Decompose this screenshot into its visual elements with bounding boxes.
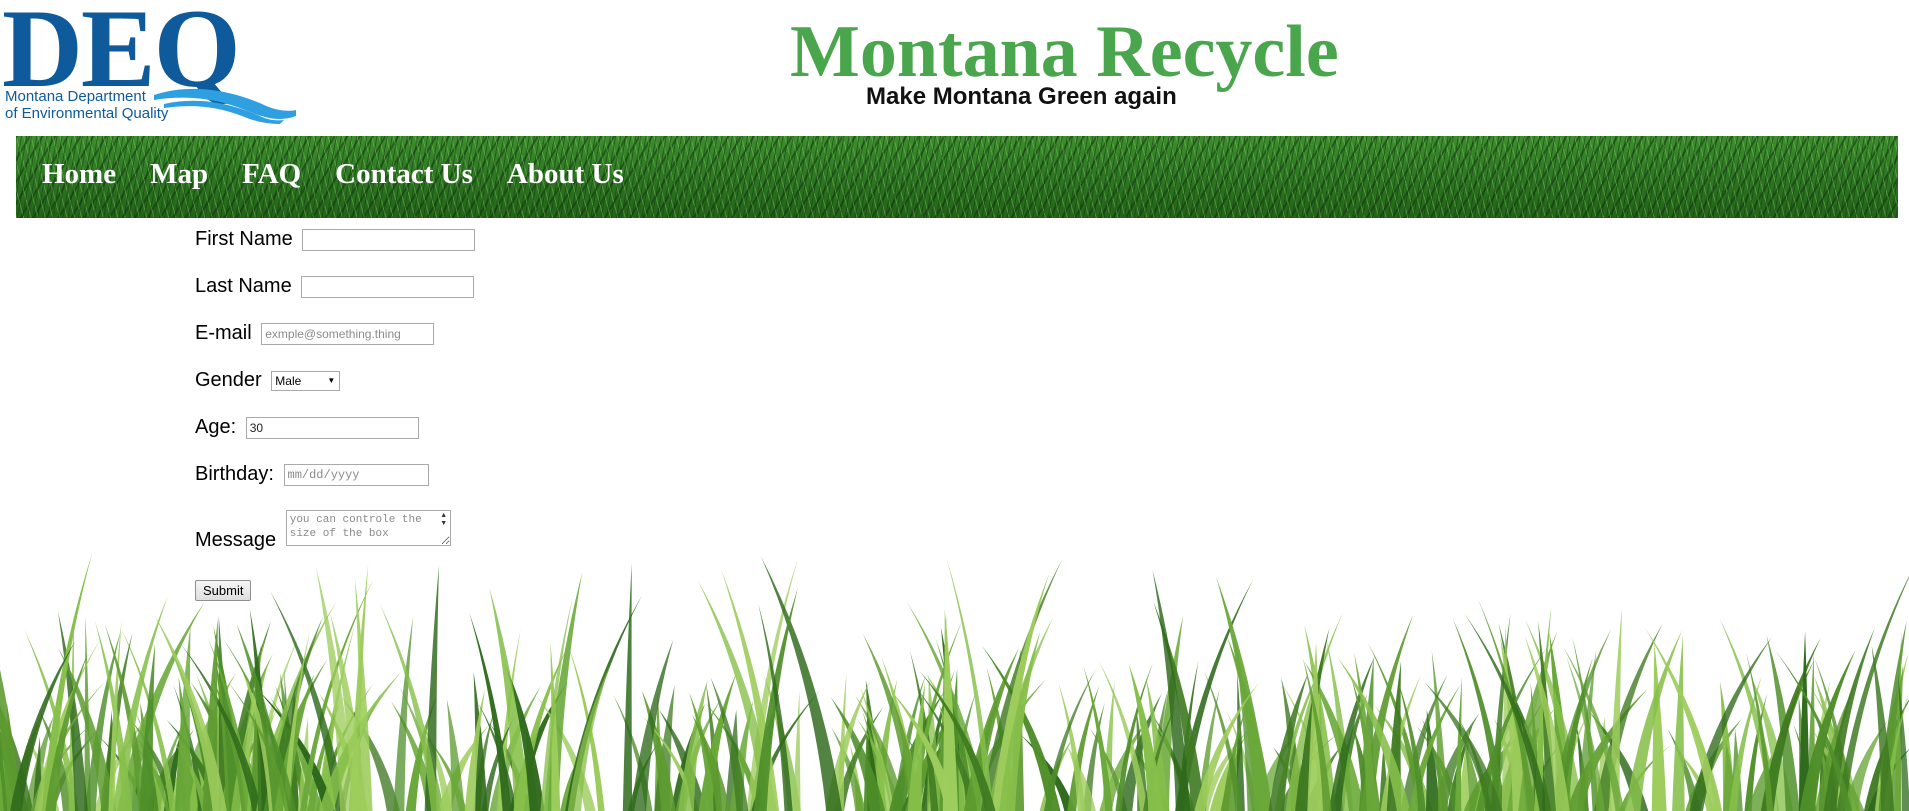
last-name-label: Last Name [195,275,292,298]
message-row: Message ▲▼ [195,510,451,551]
grass-blade [1651,642,1667,811]
nav-item-faq[interactable]: FAQ [242,156,301,192]
grass-blade [489,587,530,811]
page: DEQ Montana Department of Environmental … [0,0,1909,811]
submit-button[interactable]: Submit [195,580,252,601]
last-name-row: Last Name [195,275,475,298]
email-row: E-mail [195,322,435,345]
deq-logo[interactable]: DEQ Montana Department of Environmental … [4,0,304,124]
gender-select[interactable]: Male ▼ [271,370,341,391]
gender-row: Gender Male ▼ [195,369,341,392]
grass-background [0,500,1909,811]
grass-blade [622,562,633,811]
submit-row: Submit [195,578,252,601]
grass-blade [793,690,801,811]
dropdown-arrow-icon: ▼ [327,375,336,385]
birthday-input[interactable] [283,463,429,486]
age-label: Age: [195,416,237,439]
nav-item-home[interactable]: Home [42,156,116,192]
message-textarea[interactable] [285,510,451,546]
first-name-label: First Name [195,228,293,251]
grass-blade [1454,676,1462,811]
message-label: Message [195,528,277,551]
main-nav: Home Map FAQ Contact Us About Us [16,136,1898,218]
nav-list: Home Map FAQ Contact Us About Us [42,156,658,192]
scroll-arrows-icon[interactable]: ▲ ▼ [439,512,449,530]
gender-label: Gender [195,369,262,392]
gender-selected-value: Male [275,373,302,388]
email-input[interactable] [261,322,435,345]
site-tagline: Make Montana Green again [866,83,1177,110]
age-row: Age: [195,416,419,439]
grass-blade [1672,635,1685,811]
nav-item-contact-us[interactable]: Contact Us [335,156,473,192]
site-title: Montana Recycle [790,11,1339,93]
age-input[interactable] [245,416,419,439]
first-name-row: First Name [195,228,476,251]
nav-item-about-us[interactable]: About Us [507,156,624,192]
message-wrap: ▲▼ [282,510,451,546]
email-label: E-mail [195,322,252,345]
birthday-label: Birthday: [195,463,274,486]
logo-line2: of Environmental Quality [5,105,169,122]
first-name-input[interactable] [302,228,476,251]
logo-line1: Montana Department [5,88,147,105]
nav-item-map[interactable]: Map [150,156,208,192]
last-name-input[interactable] [301,275,475,298]
birthday-row: Birthday: [195,463,429,486]
